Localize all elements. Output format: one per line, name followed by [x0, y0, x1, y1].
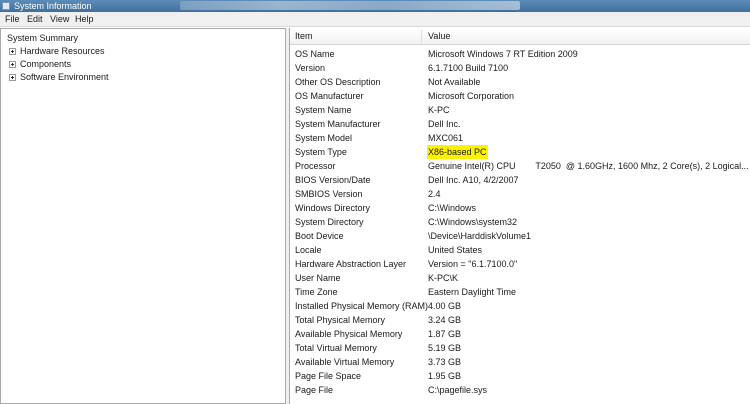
- tree-item-label: Hardware Resources: [20, 46, 105, 56]
- tree-item-label: System Summary: [7, 33, 79, 43]
- row-value: K-PC\K: [428, 273, 459, 283]
- table-row[interactable]: Hardware Abstraction Layer Version = "6.1…: [290, 257, 750, 271]
- table-row[interactable]: Page File Space 1.95 GB: [290, 369, 750, 383]
- row-value: C:\Windows: [428, 203, 477, 213]
- table-row[interactable]: Installed Physical Memory (RAM) 4.00 GB: [290, 299, 750, 313]
- row-value: Version = "6.1.7100.0": [428, 259, 518, 269]
- row-value: United States: [428, 245, 483, 255]
- row-item: Page File Space: [295, 371, 362, 381]
- row-value: 2.4: [428, 189, 441, 199]
- row-item: Time Zone: [295, 287, 338, 297]
- tree-item-label: Software Environment: [20, 72, 109, 82]
- tree-item-label: Components: [20, 59, 72, 69]
- row-item: Page File: [295, 385, 334, 395]
- table-row[interactable]: BIOS Version/Date Dell Inc. A10, 4/2/2007: [290, 173, 750, 187]
- row-value: Genuine Intel(R) CPU T2050 @ 1.60GHz, 16…: [428, 161, 749, 171]
- row-value: \Device\HarddiskVolume1: [428, 231, 532, 241]
- column-resize-handle[interactable]: [421, 30, 422, 43]
- table-row[interactable]: Available Virtual Memory 3.73 GB: [290, 355, 750, 369]
- plus-expander-icon[interactable]: [9, 61, 16, 68]
- row-item: System Directory: [295, 217, 364, 227]
- table-row[interactable]: Total Virtual Memory 5.19 GB: [290, 341, 750, 355]
- row-value: Not Available: [428, 77, 481, 87]
- row-value: Microsoft Windows 7 RT Edition 2009: [428, 49, 578, 59]
- menu-file[interactable]: File: [5, 12, 20, 27]
- row-item: Version: [295, 63, 326, 73]
- menu-bar: File Edit View Help: [0, 12, 750, 27]
- row-item: Total Physical Memory: [295, 315, 386, 325]
- row-item: Available Physical Memory: [295, 329, 403, 339]
- row-value: Eastern Daylight Time: [428, 287, 517, 297]
- table-row[interactable]: System Name K-PC: [290, 103, 750, 117]
- window-title: System Information: [14, 1, 92, 11]
- table-row[interactable]: Page File C:\pagefile.sys: [290, 383, 750, 397]
- table-row[interactable]: Total Physical Memory 3.24 GB: [290, 313, 750, 327]
- column-header-item[interactable]: Item: [295, 28, 313, 45]
- row-item: Windows Directory: [295, 203, 371, 213]
- table-row[interactable]: OS Name Microsoft Windows 7 RT Edition 20…: [290, 47, 750, 61]
- row-value: 1.95 GB: [428, 371, 462, 381]
- title-bar: System Information: [0, 0, 750, 12]
- row-item: System Model: [295, 133, 353, 143]
- plus-expander-icon[interactable]: [9, 48, 16, 55]
- row-item: Other OS Description: [295, 77, 381, 87]
- row-item: OS Name: [295, 49, 335, 59]
- table-row[interactable]: System Model MXC061: [290, 131, 750, 145]
- row-value: Microsoft Corporation: [428, 91, 515, 101]
- table-row[interactable]: System Directory C:\Windows\system32: [290, 215, 750, 229]
- menu-view[interactable]: View: [50, 12, 69, 27]
- row-value: C:\Windows\system32: [428, 217, 518, 227]
- tree-item-system-summary[interactable]: System Summary: [7, 32, 78, 45]
- category-tree: System Summary Hardware Resources Compon…: [0, 28, 286, 404]
- row-value: 5.19 GB: [428, 343, 462, 353]
- row-value-highlighted: X86-based PC: [427, 145, 488, 159]
- table-row[interactable]: Other OS Description Not Available: [290, 75, 750, 89]
- table-row[interactable]: OS Manufacturer Microsoft Corporation: [290, 89, 750, 103]
- row-item: System Type: [295, 147, 347, 157]
- row-item: Processor: [295, 161, 336, 171]
- table-row[interactable]: Windows Directory C:\Windows: [290, 201, 750, 215]
- table-row[interactable]: Processor Genuine Intel(R) CPU T2050 @ 1.…: [290, 159, 750, 173]
- row-item: Available Virtual Memory: [295, 357, 395, 367]
- row-item: User Name: [295, 273, 341, 283]
- column-header-value[interactable]: Value: [428, 28, 450, 45]
- plus-expander-icon[interactable]: [9, 74, 16, 81]
- list-header: Item Value: [290, 28, 750, 45]
- table-row[interactable]: User Name K-PC\K: [290, 271, 750, 285]
- table-row[interactable]: SMBIOS Version 2.4: [290, 187, 750, 201]
- row-value: MXC061: [428, 133, 464, 143]
- row-value: Dell Inc.: [428, 119, 461, 129]
- menu-edit[interactable]: Edit: [27, 12, 43, 27]
- row-value: K-PC: [428, 105, 450, 115]
- row-value: 6.1.7100 Build 7100: [428, 63, 509, 73]
- table-row[interactable]: Time Zone Eastern Daylight Time: [290, 285, 750, 299]
- row-item: Total Virtual Memory: [295, 343, 377, 353]
- row-value: 1.87 GB: [428, 329, 462, 339]
- row-item: Hardware Abstraction Layer: [295, 259, 407, 269]
- table-row[interactable]: Version 6.1.7100 Build 7100: [290, 61, 750, 75]
- row-item: System Name: [295, 105, 352, 115]
- row-value: Dell Inc. A10, 4/2/2007: [428, 175, 519, 185]
- blurred-address-bar: [180, 1, 520, 10]
- table-row[interactable]: Boot Device \Device\HarddiskVolume1: [290, 229, 750, 243]
- table-row[interactable]: Locale United States: [290, 243, 750, 257]
- row-item: Boot Device: [295, 231, 344, 241]
- table-row[interactable]: System Manufacturer Dell Inc.: [290, 117, 750, 131]
- menu-help[interactable]: Help: [75, 12, 94, 27]
- row-item: BIOS Version/Date: [295, 175, 371, 185]
- row-item: System Manufacturer: [295, 119, 381, 129]
- row-item: Locale: [295, 245, 322, 255]
- row-value: 3.24 GB: [428, 315, 462, 325]
- details-list: Item Value OS Name Microsoft Windows 7 RT…: [289, 28, 750, 404]
- row-item: SMBIOS Version: [295, 189, 363, 199]
- row-value: 3.73 GB: [428, 357, 462, 367]
- row-value: 4.00 GB: [428, 301, 462, 311]
- table-row[interactable]: Available Physical Memory 1.87 GB: [290, 327, 750, 341]
- table-row[interactable]: System Type X86-based PC: [290, 145, 750, 159]
- row-value: C:\pagefile.sys: [428, 385, 488, 395]
- row-item: OS Manufacturer: [295, 91, 364, 101]
- row-item: Installed Physical Memory (RAM): [295, 301, 429, 311]
- app-icon: [2, 2, 10, 10]
